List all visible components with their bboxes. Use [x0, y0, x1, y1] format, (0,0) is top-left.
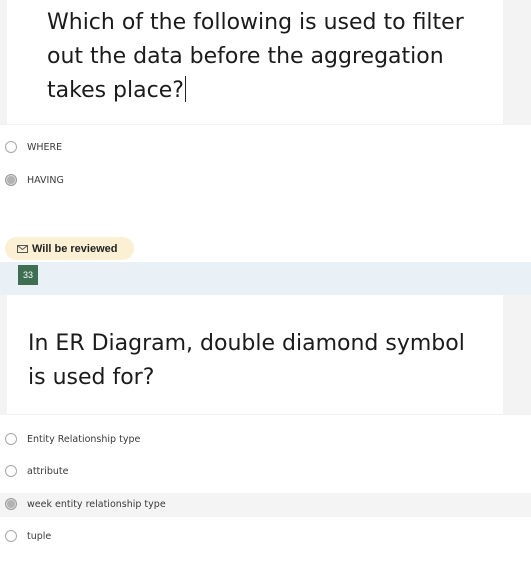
radio-button[interactable]	[5, 465, 17, 477]
radio-dot	[7, 500, 15, 508]
radio-button-selected[interactable]	[5, 174, 17, 186]
question-text: Which of the following is used to filter…	[47, 6, 503, 108]
option-label: HAVING	[27, 174, 64, 186]
radio-button[interactable]	[5, 433, 17, 445]
review-label: Will be reviewed	[32, 242, 118, 255]
question-number-badge: 33	[18, 265, 38, 285]
question-card-1: Which of the following is used to filter…	[7, 0, 503, 124]
question-card-2: In ER Diagram, double diamond symbol is …	[7, 295, 503, 414]
option-attribute[interactable]: attribute	[5, 461, 68, 481]
option-week-entity-relationship-type[interactable]: week entity relationship type	[5, 494, 166, 514]
radio-dot	[7, 176, 15, 184]
option-label: tuple	[27, 530, 52, 542]
question-line-1: In ER Diagram, double diamond symbol	[28, 331, 465, 356]
number-band	[0, 262, 531, 295]
option-having[interactable]: HAVING	[5, 170, 64, 190]
radio-button-selected[interactable]	[5, 498, 17, 510]
review-status-badge: Will be reviewed	[5, 237, 134, 260]
radio-button[interactable]	[5, 530, 17, 542]
option-entity-relationship-type[interactable]: Entity Relationship type	[5, 429, 140, 449]
question-line-2: is used for?	[28, 365, 155, 390]
envelope-icon	[17, 244, 28, 253]
option-label: Entity Relationship type	[27, 433, 141, 445]
question-line-1: Which of the following is used to filter	[47, 10, 464, 35]
question-line-3: takes place?	[47, 78, 184, 103]
option-label: week entity relationship type	[27, 498, 166, 510]
option-tuple[interactable]: tuple	[5, 526, 51, 546]
radio-button[interactable]	[5, 141, 17, 153]
option-where[interactable]: WHERE	[5, 137, 62, 157]
option-label: WHERE	[27, 141, 63, 153]
question-text: In ER Diagram, double diamond symbol is …	[28, 327, 503, 395]
question-line-2: out the data before the aggregation	[47, 44, 444, 69]
text-caret	[184, 76, 186, 102]
option-label: attribute	[27, 465, 69, 477]
